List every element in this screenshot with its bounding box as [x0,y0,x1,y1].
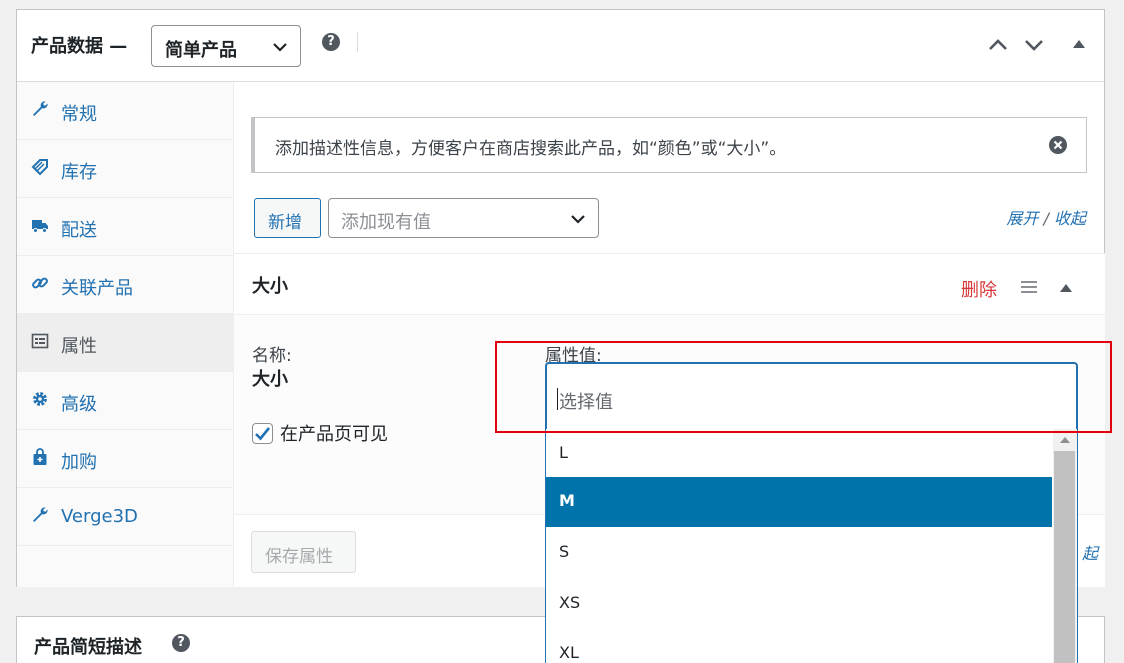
link-icon [32,277,48,289]
sidebar-item-general[interactable]: 常规 [17,82,233,140]
attribute-title: 大小 [252,276,288,297]
delete-attribute-link[interactable]: 删除 [961,276,997,302]
wrench-icon [33,101,48,116]
sidebar-item-label: 关联产品 [61,278,133,299]
dropdown-option[interactable]: XL [546,629,1052,663]
truck-icon [32,220,48,233]
checkmark-icon [255,427,271,441]
attribute-value-dropdown[interactable]: L M S XS XL [545,429,1078,663]
header-divider [357,32,358,52]
option-label: XS [559,593,581,612]
gear-icon [33,392,47,406]
sidebar-item-label: 加购 [61,452,97,473]
name-label: 名称: [252,346,292,366]
sidebar-item-label: 属性 [61,336,97,357]
sidebar-item-verge3d[interactable]: Verge3D [17,488,233,546]
list-icon [31,333,49,349]
option-label: M [559,491,575,510]
help-icon[interactable]: ? [322,33,340,51]
short-description-title: 产品简短描述 [34,637,142,658]
name-value: 大小 [252,369,288,390]
product-type-value: 简单产品 [165,40,237,61]
option-label: S [559,542,570,561]
dropdown-option[interactable]: S [546,528,1052,578]
move-down-icon[interactable] [1023,34,1045,56]
sidebar-item-label: 库存 [61,162,97,183]
sidebar-item-linked-products[interactable]: 关联产品 [17,256,233,314]
panel-title: 产品数据 — [31,36,128,57]
highlight-annotation-box [495,341,1112,433]
dropdown-option[interactable]: XS [546,579,1052,629]
tag-icon [31,159,48,176]
option-label: XL [559,643,579,662]
existing-attribute-select[interactable]: 添加现有值 [328,198,599,238]
attribute-header[interactable]: 大小 删除 [234,253,1105,315]
sidebar-item-shipping[interactable]: 配送 [17,198,233,256]
panel-header: 产品数据 — 简单产品 ? [17,10,1104,82]
collapse-link[interactable]: 收起 [1054,209,1086,228]
expand-collapse-links: 展开 / 收起 [1006,205,1086,229]
visible-label: 在产品页可见 [280,424,388,445]
dropdown-option-highlighted[interactable]: M [546,477,1052,527]
scrollbar-thumb[interactable] [1054,451,1075,663]
bag-icon [33,448,47,465]
existing-attribute-placeholder: 添加现有值 [341,212,431,233]
product-type-select[interactable]: 简单产品 [151,25,301,67]
scroll-up-arrow-icon[interactable] [1059,436,1071,444]
collapse-panel-icon[interactable] [1072,37,1086,51]
close-notice-icon[interactable] [1048,135,1068,155]
move-up-icon[interactable] [987,34,1009,56]
help-icon[interactable]: ? [172,634,190,652]
sidebar-item-inventory[interactable]: 库存 [17,140,233,198]
product-data-tabs: 常规 库存 配送 关联产品 属性 高级 加购 Verge3D [17,82,234,587]
visible-checkbox[interactable] [252,423,273,444]
wrench-icon [33,507,48,522]
collapse-attribute-icon[interactable] [1059,282,1073,294]
link-separator: / [1038,209,1054,228]
sidebar-item-advanced[interactable]: 高级 [17,372,233,430]
sidebar-item-attributes[interactable]: 属性 [17,314,233,372]
sidebar-item-upsell[interactable]: 加购 [17,430,233,488]
sidebar-item-label: 配送 [61,220,97,241]
sidebar-item-label: 常规 [61,104,97,125]
option-label: L [559,443,568,462]
notice-text: 添加描述性信息，方便客户在商店搜索此产品，如“颜色”或“大小”。 [275,139,787,159]
save-attributes-label: 保存属性 [265,547,333,567]
info-notice: 添加描述性信息，方便客户在商店搜索此产品，如“颜色”或“大小”。 [251,117,1087,173]
sidebar-item-label: Verge3D [61,506,138,527]
chevron-down-icon [273,43,287,52]
sidebar-item-label: 高级 [61,394,97,415]
chevron-down-icon [571,215,585,224]
dropdown-option[interactable]: L [546,429,1052,479]
expand-link[interactable]: 展开 [1006,209,1038,228]
drag-handle-icon[interactable] [1020,280,1038,294]
footer-collapse-link[interactable]: 起 [1082,540,1098,564]
add-attribute-button[interactable]: 新增 [254,198,321,238]
save-attributes-button[interactable]: 保存属性 [251,531,356,573]
add-attribute-label: 新增 [268,213,302,233]
